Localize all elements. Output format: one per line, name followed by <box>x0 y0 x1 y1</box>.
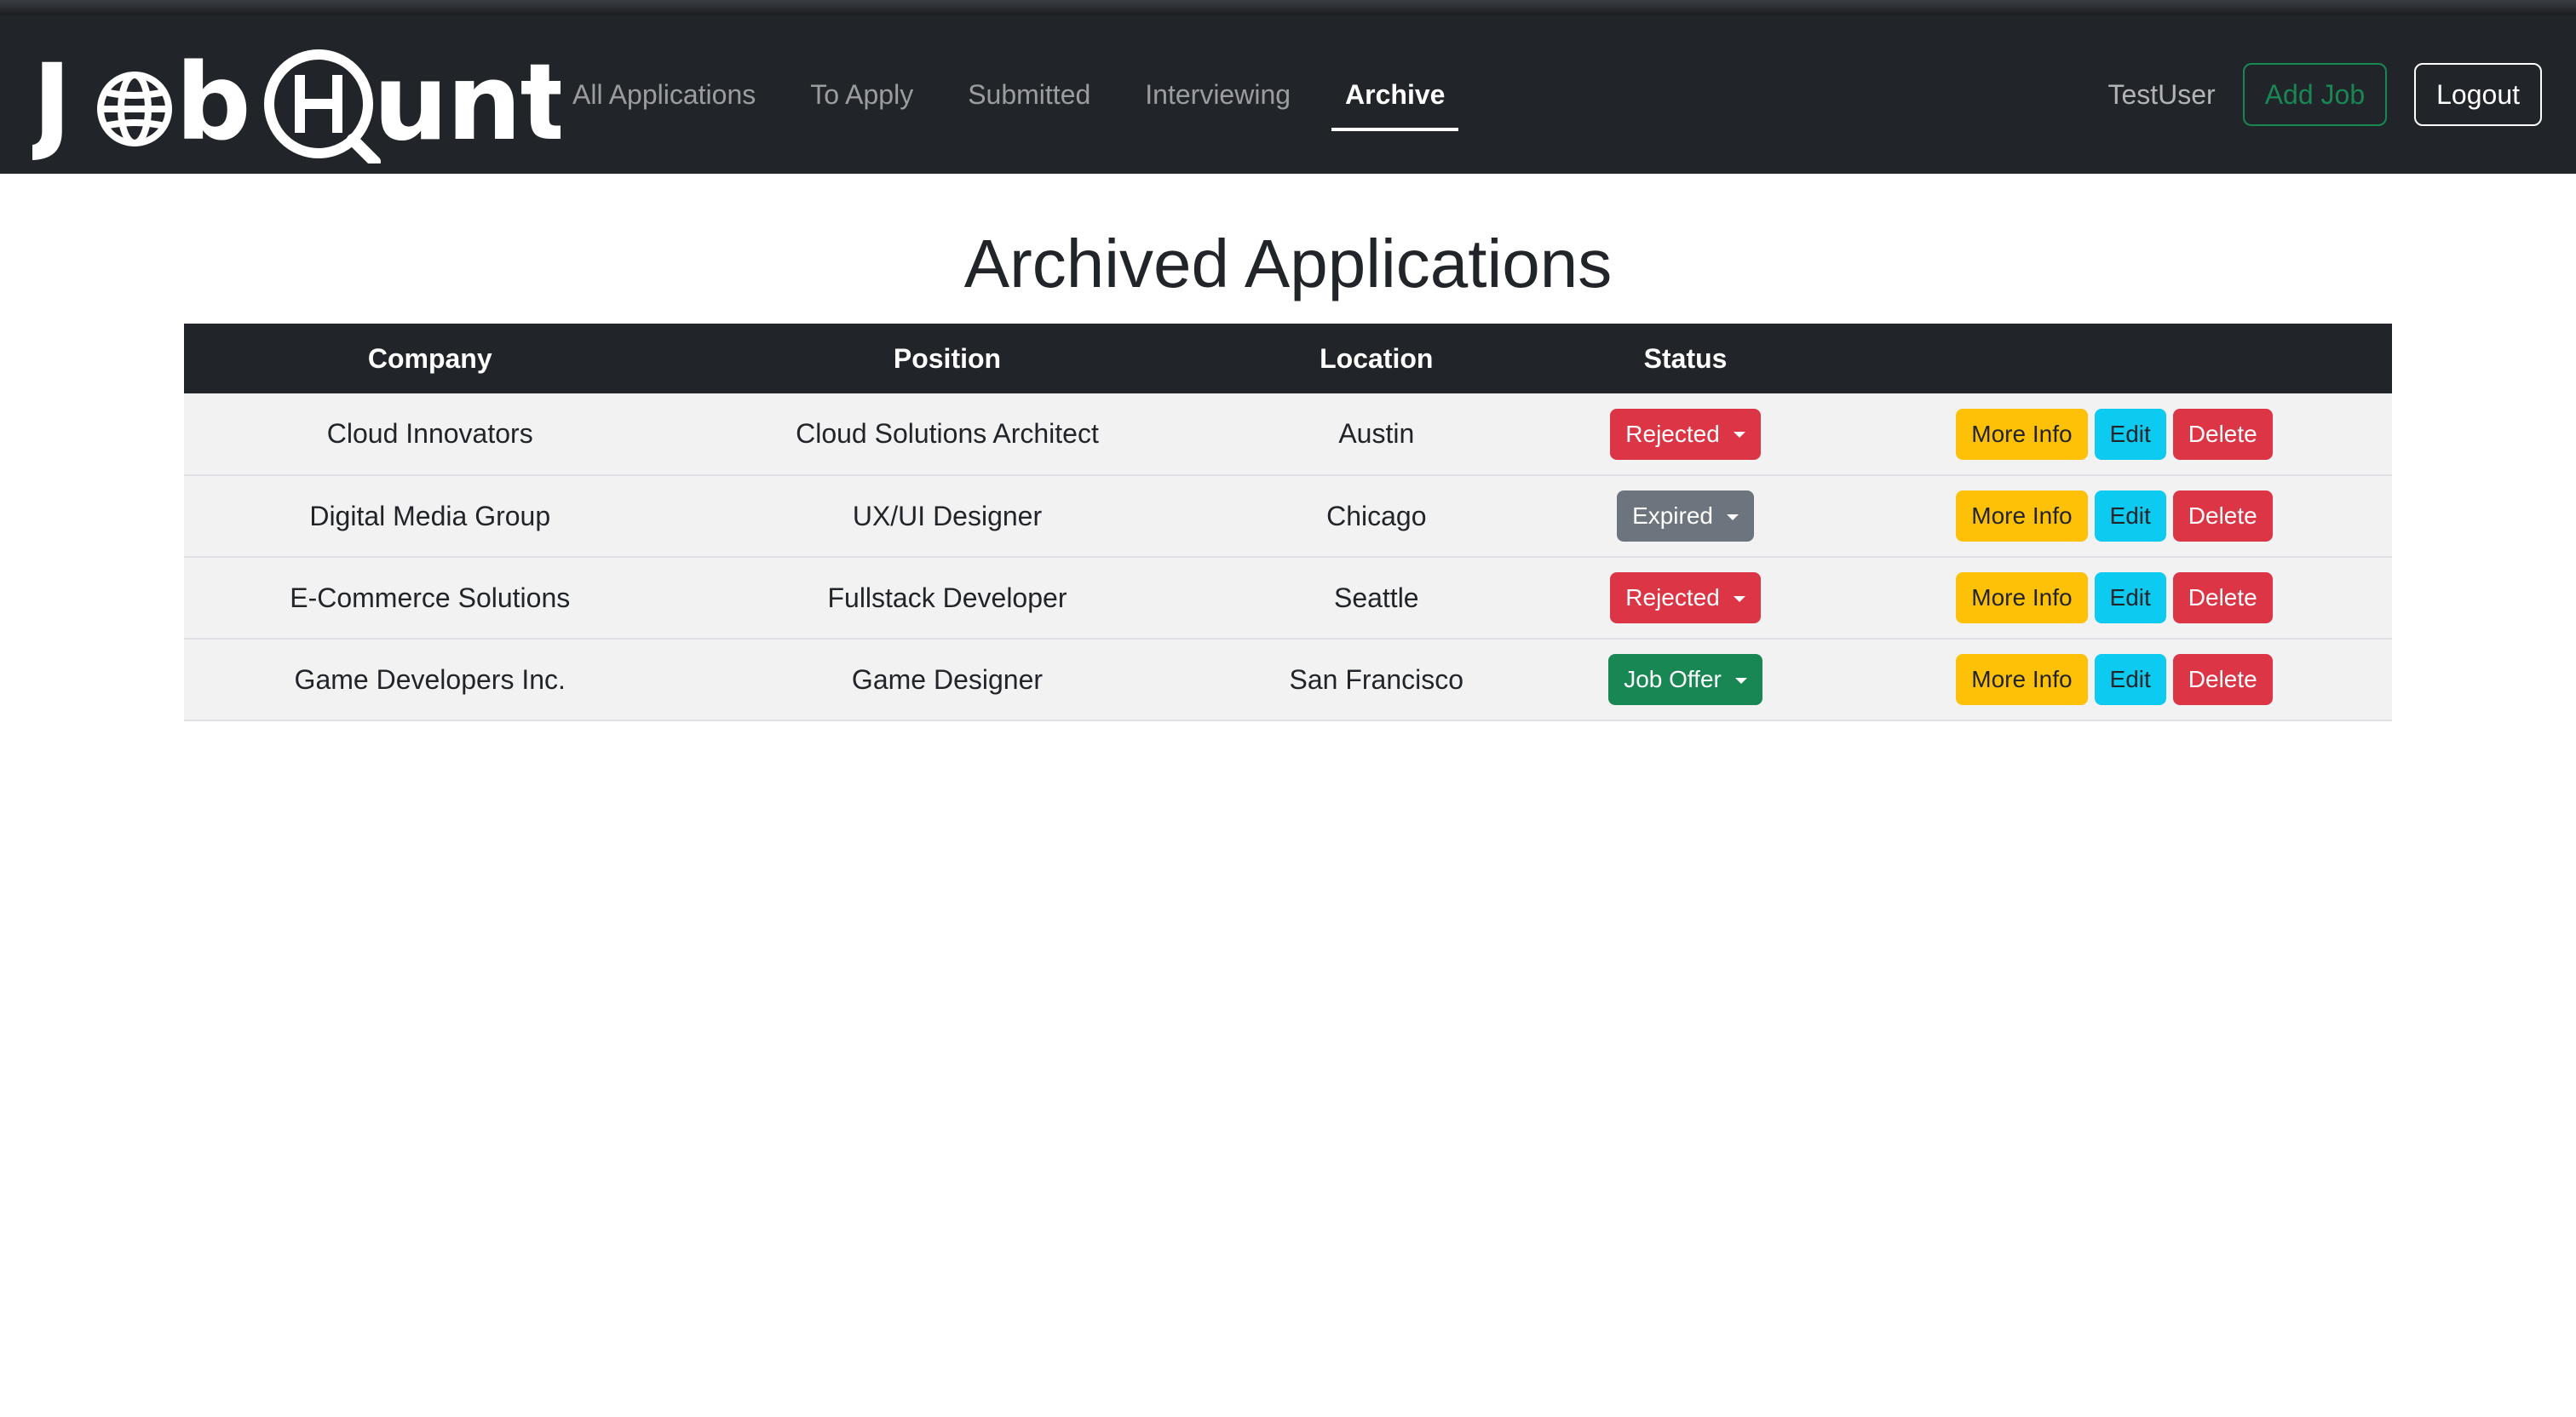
table-row: Cloud Innovators Cloud Solutions Archite… <box>184 393 2392 475</box>
add-job-button[interactable]: Add Job <box>2242 63 2388 126</box>
header-company: Company <box>367 342 492 374</box>
applications-table-wrapper: Company Position Location Status Cloud I… <box>184 324 2392 721</box>
cell-position: Cloud Solutions Architect <box>796 418 1099 449</box>
logout-button[interactable]: Logout <box>2414 63 2542 126</box>
delete-button[interactable]: Delete <box>2172 654 2273 705</box>
nav-submitted[interactable]: Submitted <box>968 79 1090 111</box>
table-body: Cloud Innovators Cloud Solutions Archite… <box>184 393 2392 720</box>
status-dropdown[interactable]: Job Offer <box>1608 654 1762 705</box>
cell-status: Job Offer <box>1534 639 1837 720</box>
cell-location: Seattle <box>1333 582 1419 613</box>
cell-position: UX/UI Designer <box>852 500 1043 531</box>
logo-graphic: J b untr <box>32 43 561 164</box>
cell-actions: More Info Edit Delete <box>1837 393 2392 475</box>
page-title: Archived Applications <box>963 226 1613 301</box>
cell-position: Fullstack Developer <box>827 582 1067 613</box>
nav-all-applications[interactable]: All Applications <box>572 79 756 111</box>
cell-company: Cloud Innovators <box>326 418 533 449</box>
cell-company: E-Commerce Solutions <box>290 582 571 613</box>
user-nav: TestUser Add Job Logout <box>2107 15 2542 174</box>
caret-down-icon <box>1727 513 1739 520</box>
status-label: Rejected <box>1625 420 1720 447</box>
cell-location: Chicago <box>1326 500 1427 531</box>
status-label: Expired <box>1632 502 1713 529</box>
window-top-strip <box>0 0 2576 15</box>
edit-button[interactable]: Edit <box>2094 654 2166 705</box>
edit-button[interactable]: Edit <box>2094 408 2166 460</box>
svg-text:J: J <box>32 43 70 164</box>
edit-button[interactable]: Edit <box>2094 572 2166 623</box>
cell-actions: More Info Edit Delete <box>1837 475 2392 557</box>
nav-archive[interactable]: Archive <box>1331 79 1459 131</box>
more-info-button[interactable]: More Info <box>1956 654 2088 705</box>
table-header-row: Company Position Location Status <box>184 324 2392 393</box>
cell-company: Digital Media Group <box>309 500 551 531</box>
cell-position: Game Designer <box>851 663 1044 695</box>
status-dropdown[interactable]: Expired <box>1617 490 1754 542</box>
delete-button[interactable]: Delete <box>2172 572 2273 623</box>
nav-interviewing[interactable]: Interviewing <box>1145 79 1291 111</box>
table-row: E-Commerce Solutions Fullstack Developer… <box>184 557 2392 639</box>
header-status: Status <box>1643 342 1728 374</box>
cell-actions: More Info Edit Delete <box>1837 639 2392 720</box>
edit-button[interactable]: Edit <box>2094 490 2166 542</box>
cell-location: San Francisco <box>1289 663 1464 695</box>
cell-company: Game Developers Inc. <box>294 663 566 695</box>
table-header: Company Position Location Status <box>184 324 2392 393</box>
svg-text:b: b <box>175 43 250 164</box>
header-position: Position <box>893 342 1002 374</box>
cell-actions: More Info Edit Delete <box>1837 557 2392 639</box>
cell-status: Rejected <box>1534 393 1837 475</box>
table-row: Game Developers Inc. Game Designer San F… <box>184 639 2392 720</box>
nav-to-apply[interactable]: To Apply <box>810 79 913 111</box>
delete-button[interactable]: Delete <box>2172 490 2273 542</box>
applications-table: Company Position Location Status Cloud I… <box>184 324 2392 721</box>
caret-down-icon <box>1733 595 1745 602</box>
jobhuntr-logo[interactable]: J b untr <box>32 43 561 164</box>
cell-status: Rejected <box>1534 557 1837 639</box>
username-label: TestUser <box>2107 78 2216 110</box>
more-info-button[interactable]: More Info <box>1956 408 2088 460</box>
nav-links: All Applications To Apply Submitted Inte… <box>572 15 1513 174</box>
header-actions <box>1837 324 2392 393</box>
more-info-button[interactable]: More Info <box>1956 572 2088 623</box>
header-location: Location <box>1320 342 1434 374</box>
delete-button[interactable]: Delete <box>2172 408 2273 460</box>
table-row: Digital Media Group UX/UI Designer Chica… <box>184 475 2392 557</box>
status-dropdown[interactable]: Rejected <box>1610 408 1761 460</box>
svg-text:untr: untr <box>373 43 561 164</box>
caret-down-icon <box>1733 432 1745 438</box>
status-label: Job Offer <box>1624 666 1722 692</box>
caret-down-icon <box>1734 677 1747 684</box>
more-info-button[interactable]: More Info <box>1956 490 2088 542</box>
cell-status: Expired <box>1534 475 1837 557</box>
status-label: Rejected <box>1625 584 1720 611</box>
status-dropdown[interactable]: Rejected <box>1610 572 1761 623</box>
cell-location: Austin <box>1338 418 1415 449</box>
navbar: J b untr All Applications <box>0 15 2576 174</box>
